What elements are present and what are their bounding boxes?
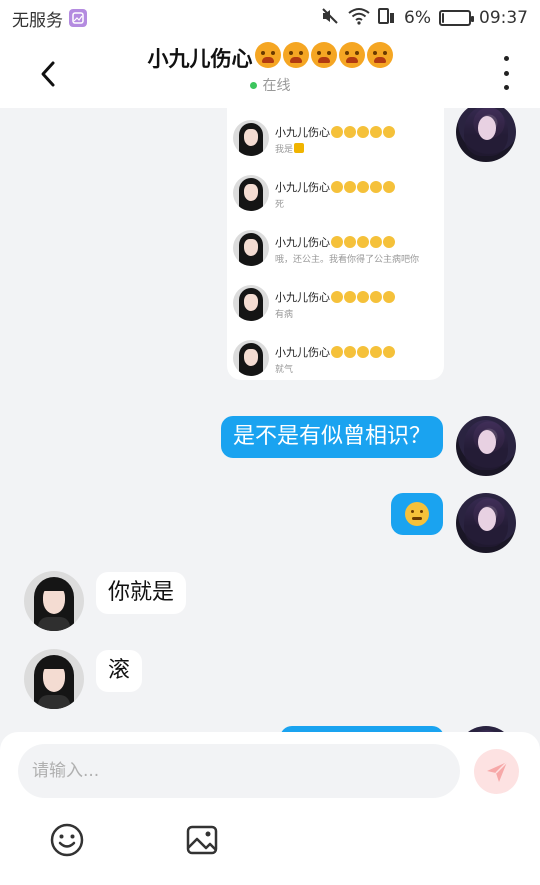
signal-icon [378, 7, 396, 30]
battery-fill [442, 13, 444, 23]
send-button[interactable] [474, 749, 519, 794]
crying-face-icon [282, 42, 309, 68]
more-options-button[interactable] [496, 56, 516, 90]
online-dot-icon [249, 81, 257, 89]
crying-face-icon [254, 42, 281, 68]
outgoing-emoji-message[interactable] [391, 493, 443, 535]
card-item: 小九儿伤心 死 [233, 171, 438, 215]
crying-face-icon [310, 42, 337, 68]
card-item-message: 哦，还公主。我看你得了公主病吧你 [275, 255, 420, 265]
smiley-icon [50, 823, 84, 857]
card-item: 小九儿伤心 我是 [233, 116, 438, 160]
my-avatar[interactable] [456, 493, 516, 553]
presence-status: 在线 [249, 75, 291, 95]
avatar [233, 285, 269, 321]
card-item-message: 就气 [275, 365, 294, 375]
card-item: 小九儿伤心 有病 [233, 281, 438, 325]
image-button[interactable] [182, 820, 222, 860]
input-bar [0, 732, 540, 885]
avatar [233, 340, 269, 376]
gallery-notification-icon [69, 9, 87, 27]
contact-title: 小九儿伤心 [148, 42, 393, 73]
contact-avatar[interactable] [24, 571, 84, 631]
wifi-icon [348, 7, 370, 30]
frowning-face-icon [405, 502, 429, 526]
battery-icon [439, 10, 474, 26]
battery-percent: 6% [404, 8, 431, 28]
my-avatar[interactable] [456, 416, 516, 476]
crying-face-icon [366, 42, 393, 68]
more-dot-icon [503, 85, 509, 90]
paper-plane-icon [486, 760, 508, 782]
mute-icon [320, 6, 340, 31]
contact-avatar[interactable] [24, 649, 84, 709]
carrier-text: 无服务 [12, 10, 63, 31]
avatar [233, 120, 269, 156]
card-item: 小九儿伤心 哦，还公主。我看你得了公主病吧你 [233, 226, 438, 270]
clock: 09:37 [479, 8, 528, 28]
avatar [233, 175, 269, 211]
card-item-message: 我是 [275, 145, 294, 155]
my-avatar[interactable] [456, 108, 516, 162]
card-item-message: 有病 [275, 310, 294, 320]
incoming-message[interactable]: 滚 [96, 650, 143, 692]
card-item: 小九儿伤心 就气 [233, 336, 438, 380]
card-item-name: 小九儿伤心 [275, 126, 330, 139]
message-input[interactable] [18, 744, 460, 798]
contact-name: 小九儿伤心 [147, 46, 253, 71]
outgoing-message[interactable]: 是不是有似曾相识？ [220, 416, 443, 458]
thumbs-up-icon [294, 143, 305, 153]
chat-header: 小九儿伤心 在线 [0, 36, 540, 108]
image-icon [186, 825, 218, 855]
card-item-name: 小九儿伤心 [275, 181, 330, 194]
card-item-name: 小九儿伤心 [275, 291, 330, 304]
card-item-name: 小九儿伤心 [275, 236, 330, 249]
more-dot-icon [503, 70, 509, 76]
forwarded-chat-card[interactable]: 小九儿伤心 我是 小九儿伤心 死 小九儿伤心 哦，还公主。我看你得了公主病吧你 … [227, 108, 444, 380]
status-bar: 无服务 6% 09:37 [0, 0, 540, 36]
card-item-message: 死 [275, 200, 285, 210]
card-item-name: 小九儿伤心 [275, 346, 330, 359]
presence-text: 在线 [262, 78, 291, 94]
crying-face-icon [338, 42, 365, 68]
emoji-button[interactable] [47, 820, 87, 860]
chat-area[interactable]: 小九儿伤心 我是 小九儿伤心 死 小九儿伤心 哦，还公主。我看你得了公主病吧你 … [0, 108, 540, 732]
more-dot-icon [503, 56, 509, 61]
incoming-message[interactable]: 你就是 [96, 572, 187, 614]
avatar [233, 230, 269, 266]
